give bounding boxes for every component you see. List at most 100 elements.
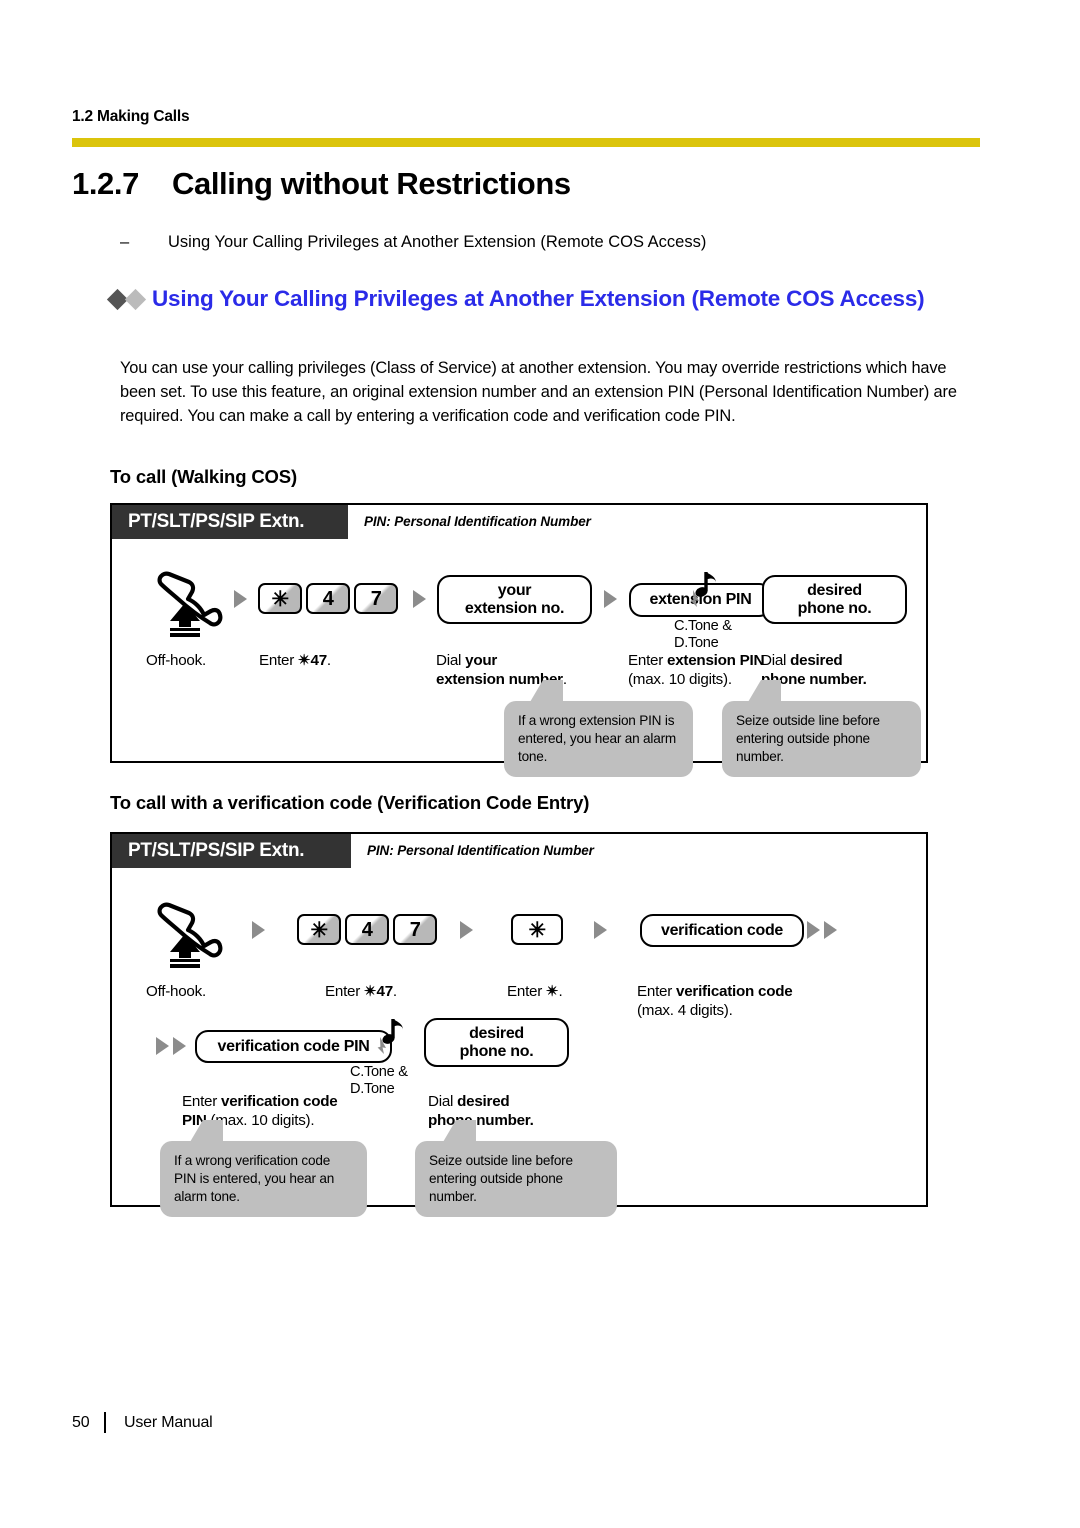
vpin-caption-2: verification code [221, 1093, 338, 1110]
keypad-star-single: ✳ [511, 914, 563, 945]
procedure-2-offhook-caption: Off-hook. [146, 983, 206, 1000]
section-number: 1.2.7 [72, 166, 139, 201]
procedure-2-callout-1: If a wrong verification code PIN is ente… [160, 1120, 367, 1218]
keypad-star-4-7: ✳ 4 7 [297, 914, 437, 945]
your-extension-line2: extension no. [464, 599, 565, 617]
extno-caption-1: Dial [436, 652, 466, 669]
key-star-label: ✳ [310, 919, 328, 942]
callout-tail-icon [530, 680, 563, 702]
flow-arrow-icon [824, 921, 837, 939]
procedure-2-diagram: PT/SLT/PS/SIP Extn. PIN: Personal Identi… [110, 832, 928, 1218]
extno-caption-2: your [465, 652, 498, 669]
key-7-label: 7 [409, 918, 421, 941]
flow-arrow-icon [604, 590, 617, 608]
key-star[interactable]: ✳ [511, 914, 563, 945]
extpin-caption-2: extension PIN [667, 652, 765, 669]
key-7[interactable]: 7 [393, 914, 437, 945]
procedure-1-callout-1: If a wrong extension PIN is entered, you… [504, 680, 693, 778]
running-header: 1.2 Making Calls [72, 108, 190, 125]
procedure-1-phone-types: PT/SLT/PS/SIP Extn. [112, 505, 348, 539]
key-7[interactable]: 7 [354, 583, 398, 614]
page-footer: 50 User Manual [72, 1412, 213, 1433]
list-dash: – [120, 233, 130, 251]
keys-caption-code: ✴47 [364, 983, 393, 1000]
diamond-bullets-icon [106, 284, 147, 313]
desired-caption-2: desired [457, 1093, 510, 1110]
flow-arrow-icon [234, 590, 247, 608]
vcode-caption-1: Enter [637, 983, 677, 1000]
flow-arrow-icon [460, 921, 473, 939]
music-note-tone-icon [367, 1016, 411, 1060]
footer-page-number: 50 [72, 1413, 90, 1431]
tone-line1: C.Tone & [350, 1064, 408, 1080]
star-caption-2: ✴ [546, 983, 559, 1000]
flow-arrow-icon [807, 921, 820, 939]
key-4[interactable]: 4 [345, 914, 389, 945]
desired-line2: phone no. [459, 1042, 534, 1060]
procedure-1-heading: To call (Walking COS) [110, 466, 297, 487]
verification-code-pin-label: verification code PIN [217, 1037, 370, 1055]
your-extension-no-capsule[interactable]: your extension no. [437, 575, 592, 624]
procedure-2-callout-2: Seize outside line before entering outsi… [415, 1120, 617, 1218]
keys-caption-suffix: . [326, 652, 331, 669]
section-title-text: Calling without Restrictions [172, 166, 571, 201]
keys-caption-prefix: Enter [259, 652, 299, 669]
vpin-caption-1: Enter [182, 1093, 222, 1110]
key-star[interactable]: ✳ [258, 583, 302, 614]
desired-phone-no-capsule[interactable]: desired phone no. [424, 1018, 569, 1067]
flow-arrow-icon [156, 1037, 169, 1055]
callout-2-text: Seize outside line before entering outsi… [736, 713, 880, 765]
footer-doc-title: User Manual [124, 1413, 213, 1431]
keys-caption-prefix: Enter [325, 983, 365, 1000]
tone-line2: D.Tone [350, 1081, 395, 1098]
key-star[interactable]: ✳ [297, 914, 341, 945]
callout-1-text: If a wrong extension PIN is entered, you… [518, 713, 677, 765]
procedure-2-heading: To call with a verification code (Verifi… [110, 792, 590, 813]
key-4-label: 4 [322, 587, 334, 610]
procedure-2-vcode-caption: Enter verification code (max. 4 digits). [637, 982, 793, 1021]
key-4[interactable]: 4 [306, 583, 350, 614]
procedure-2-star-caption: Enter ✴. [507, 982, 563, 1001]
header-rule [72, 138, 980, 147]
flow-arrow-icon [173, 1037, 186, 1055]
callout-tail-icon [443, 1120, 476, 1142]
feature-heading-text: Using Your Calling Privileges at Another… [152, 286, 925, 311]
extno-caption-4: . [562, 671, 567, 689]
procedure-1-pin-note: PIN: Personal Identification Number [364, 514, 591, 529]
desired-caption-1: Dial [761, 652, 791, 669]
feature-description: You can use your calling privileges (Cla… [120, 359, 957, 426]
procedure-1-diagram: PT/SLT/PS/SIP Extn. PIN: Personal Identi… [110, 503, 928, 778]
your-extension-line1: your [497, 581, 532, 599]
procedure-2-tone-label: C.Tone & D.Tone [350, 1064, 408, 1098]
flow-arrow-icon [594, 921, 607, 939]
flow-arrow-icon [252, 921, 265, 939]
desired-caption-2: desired [790, 652, 843, 669]
key-7-label: 7 [370, 587, 382, 610]
manual-page: 1.2 Making Calls 1.2.7 Calling without Re… [0, 0, 1080, 1528]
callout-tail-icon [748, 680, 781, 702]
page-title: 1.2.7 Calling without Restrictions [72, 166, 571, 202]
music-note-tone-icon [680, 569, 724, 613]
key-4-label: 4 [361, 918, 373, 941]
desired-line1: desired [469, 1024, 524, 1042]
off-hook-handset-icon [148, 565, 224, 637]
flow-arrow-icon [413, 590, 426, 608]
procedure-1-tone-label: C.Tone & D.Tone [674, 618, 732, 652]
desired-phone-no-capsule[interactable]: desired phone no. [762, 575, 907, 624]
vcode-caption-2: verification code [676, 983, 793, 1000]
key-star-label: ✳ [271, 588, 289, 611]
procedure-1-offhook-caption: Off-hook. [146, 652, 206, 669]
keys-caption-suffix: . [392, 983, 397, 1000]
verification-code-label: verification code [660, 921, 784, 939]
footer-divider [104, 1412, 106, 1433]
off-hook-handset-icon [148, 896, 224, 968]
vcode-caption-3: (max. 4 digits). [637, 1002, 733, 1020]
extpin-caption-3: (max. 10 digits). [628, 671, 732, 689]
desired-caption-1: Dial [428, 1093, 458, 1110]
desired-line2: phone no. [797, 599, 872, 617]
verification-code-capsule[interactable]: verification code [640, 914, 804, 947]
tone-line2: D.Tone [674, 635, 719, 652]
procedure-1-keys-caption: Enter ✴47. [259, 651, 331, 670]
callout-tail-icon [190, 1120, 223, 1142]
verification-code-pin-capsule[interactable]: verification code PIN [195, 1030, 392, 1063]
